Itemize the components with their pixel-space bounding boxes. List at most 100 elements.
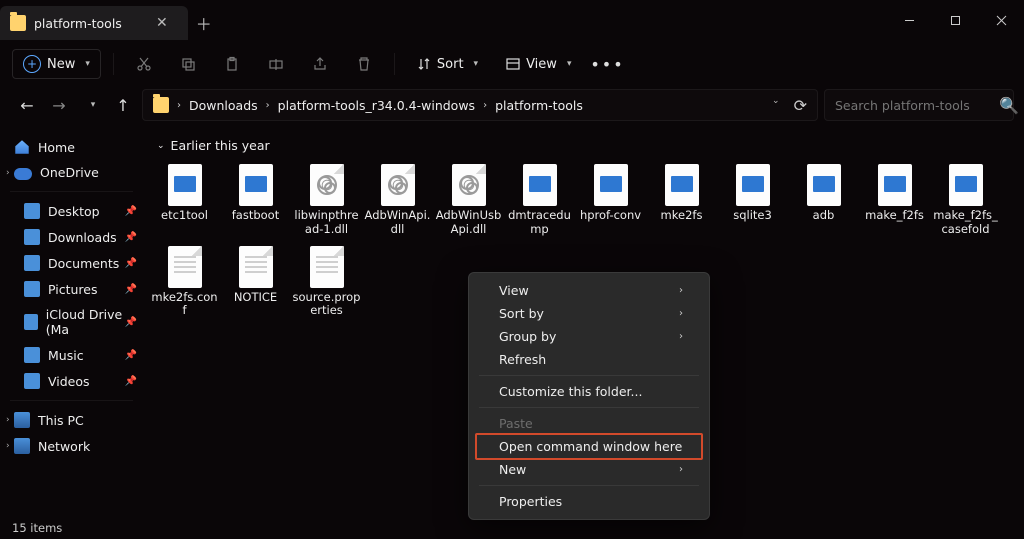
file-item[interactable]: sqlite3 (717, 161, 788, 243)
sidebar-label: Documents (48, 256, 119, 271)
search-input[interactable] (835, 98, 991, 113)
context-menu-item[interactable]: Open command window here (469, 435, 709, 458)
new-tab-button[interactable]: ＋ (188, 6, 220, 40)
sidebar-item[interactable]: Music📌 (0, 342, 143, 368)
share-button[interactable] (302, 46, 338, 82)
context-menu: View›Sort by›Group by›RefreshCustomize t… (468, 272, 710, 520)
file-name: hprof-conv (580, 209, 641, 223)
menu-label: View (499, 283, 529, 298)
sidebar-item[interactable]: Downloads📌 (0, 224, 143, 250)
menu-label: Group by (499, 329, 556, 344)
sidebar-item-this-pc[interactable]: › This PC (0, 407, 143, 433)
folder-icon (153, 97, 169, 113)
sidebar-item[interactable]: Pictures📌 (0, 276, 143, 302)
chevron-right-icon: › (6, 441, 10, 451)
exe-icon (523, 164, 557, 206)
delete-button[interactable] (346, 46, 382, 82)
dll-icon (310, 164, 344, 206)
file-name: mke2fs (661, 209, 703, 223)
copy-button[interactable] (170, 46, 206, 82)
file-name: etc1tool (161, 209, 208, 223)
file-item[interactable]: adb (788, 161, 859, 243)
up-button[interactable]: ↑ (110, 92, 136, 118)
maximize-button[interactable] (932, 0, 978, 40)
chevron-right-icon: › (679, 285, 683, 296)
context-menu-item[interactable]: View › (469, 279, 709, 302)
chevron-down-icon: ▾ (85, 59, 90, 69)
minimize-button[interactable] (886, 0, 932, 40)
file-item[interactable]: etc1tool (149, 161, 220, 243)
sidebar-item-network[interactable]: › Network (0, 433, 143, 459)
more-button[interactable]: ••• (589, 46, 625, 82)
file-item[interactable]: NOTICE (220, 243, 291, 325)
context-menu-item[interactable]: New› (469, 458, 709, 481)
file-name: make_f2fs_casefold (932, 209, 1000, 237)
menu-label: Customize this folder... (499, 384, 642, 399)
chevron-right-icon: › (679, 464, 683, 475)
file-name: dmtracedump (506, 209, 574, 237)
sidebar-label: This PC (38, 413, 84, 428)
group-header[interactable]: ⌄ Earlier this year (149, 136, 1024, 161)
plus-circle-icon: + (23, 55, 41, 73)
forward-button[interactable]: → (46, 92, 72, 118)
breadcrumb-segment[interactable]: Downloads (189, 98, 258, 113)
exe-icon (665, 164, 699, 206)
context-menu-item[interactable]: Refresh (469, 348, 709, 371)
refresh-button[interactable]: ⟳ (794, 96, 807, 115)
address-bar[interactable]: › Downloads › platform-tools_r34.0.4-win… (142, 89, 818, 121)
file-item[interactable]: AdbWinUsbApi.dll (433, 161, 504, 243)
pin-icon: 📌 (125, 284, 137, 295)
cut-button[interactable] (126, 46, 162, 82)
breadcrumb-segment[interactable]: platform-tools_r34.0.4-windows (278, 98, 475, 113)
file-item[interactable]: mke2fs (646, 161, 717, 243)
file-name: source.properties (293, 291, 361, 319)
sort-button[interactable]: Sort ▾ (407, 52, 488, 77)
file-item[interactable]: mke2fs.conf (149, 243, 220, 325)
pc-icon (14, 412, 30, 428)
file-item[interactable]: source.properties (291, 243, 362, 325)
menu-label: Refresh (499, 352, 546, 367)
command-bar: + New ▾ Sort ▾ View ▾ ••• (0, 40, 1024, 88)
search-box[interactable]: 🔍 (824, 89, 1014, 121)
close-tab-button[interactable]: ✕ (150, 11, 174, 35)
close-window-button[interactable] (978, 0, 1024, 40)
view-button[interactable]: View ▾ (496, 52, 581, 77)
paste-button[interactable] (214, 46, 250, 82)
sidebar-item-home[interactable]: Home (0, 134, 143, 160)
new-button-label: New (47, 57, 75, 72)
file-item[interactable]: make_f2fs (859, 161, 930, 243)
context-menu-item[interactable]: Group by› (469, 325, 709, 348)
recent-locations-button[interactable]: ▾ (78, 92, 104, 118)
back-button[interactable]: ← (14, 92, 40, 118)
folder-icon (24, 281, 40, 297)
sidebar-item[interactable]: iCloud Drive (Ma📌 (0, 302, 143, 342)
file-item[interactable]: fastboot (220, 161, 291, 243)
menu-label: Paste (499, 416, 533, 431)
new-button[interactable]: + New ▾ (12, 49, 101, 79)
chevron-right-icon: › (177, 100, 181, 111)
file-item[interactable]: make_f2fs_casefold (930, 161, 1001, 243)
sidebar-item[interactable]: Videos📌 (0, 368, 143, 394)
folder-icon (24, 314, 38, 330)
file-item[interactable]: AdbWinApi.dll (362, 161, 433, 243)
separator (113, 53, 114, 75)
status-text: 15 items (12, 521, 62, 535)
exe-icon (168, 164, 202, 206)
address-dropdown-button[interactable]: ⌄ (772, 96, 780, 115)
sidebar-item[interactable]: Desktop📌 (0, 198, 143, 224)
rename-button[interactable] (258, 46, 294, 82)
context-menu-item[interactable]: Properties (469, 490, 709, 513)
browser-tab[interactable]: platform-tools ✕ (0, 6, 188, 40)
file-item[interactable]: hprof-conv (575, 161, 646, 243)
sidebar-item-onedrive[interactable]: › OneDrive (0, 160, 143, 185)
file-item[interactable]: libwinpthread-1.dll (291, 161, 362, 243)
sidebar-item[interactable]: Documents📌 (0, 250, 143, 276)
chevron-right-icon: › (6, 415, 10, 425)
pin-icon: 📌 (125, 317, 137, 328)
file-item[interactable]: dmtracedump (504, 161, 575, 243)
context-menu-item[interactable]: Customize this folder... (469, 380, 709, 403)
menu-label: Sort by (499, 306, 544, 321)
breadcrumb-segment[interactable]: platform-tools (495, 98, 583, 113)
titlebar: platform-tools ✕ ＋ (0, 0, 1024, 40)
context-menu-item[interactable]: Sort by› (469, 302, 709, 325)
